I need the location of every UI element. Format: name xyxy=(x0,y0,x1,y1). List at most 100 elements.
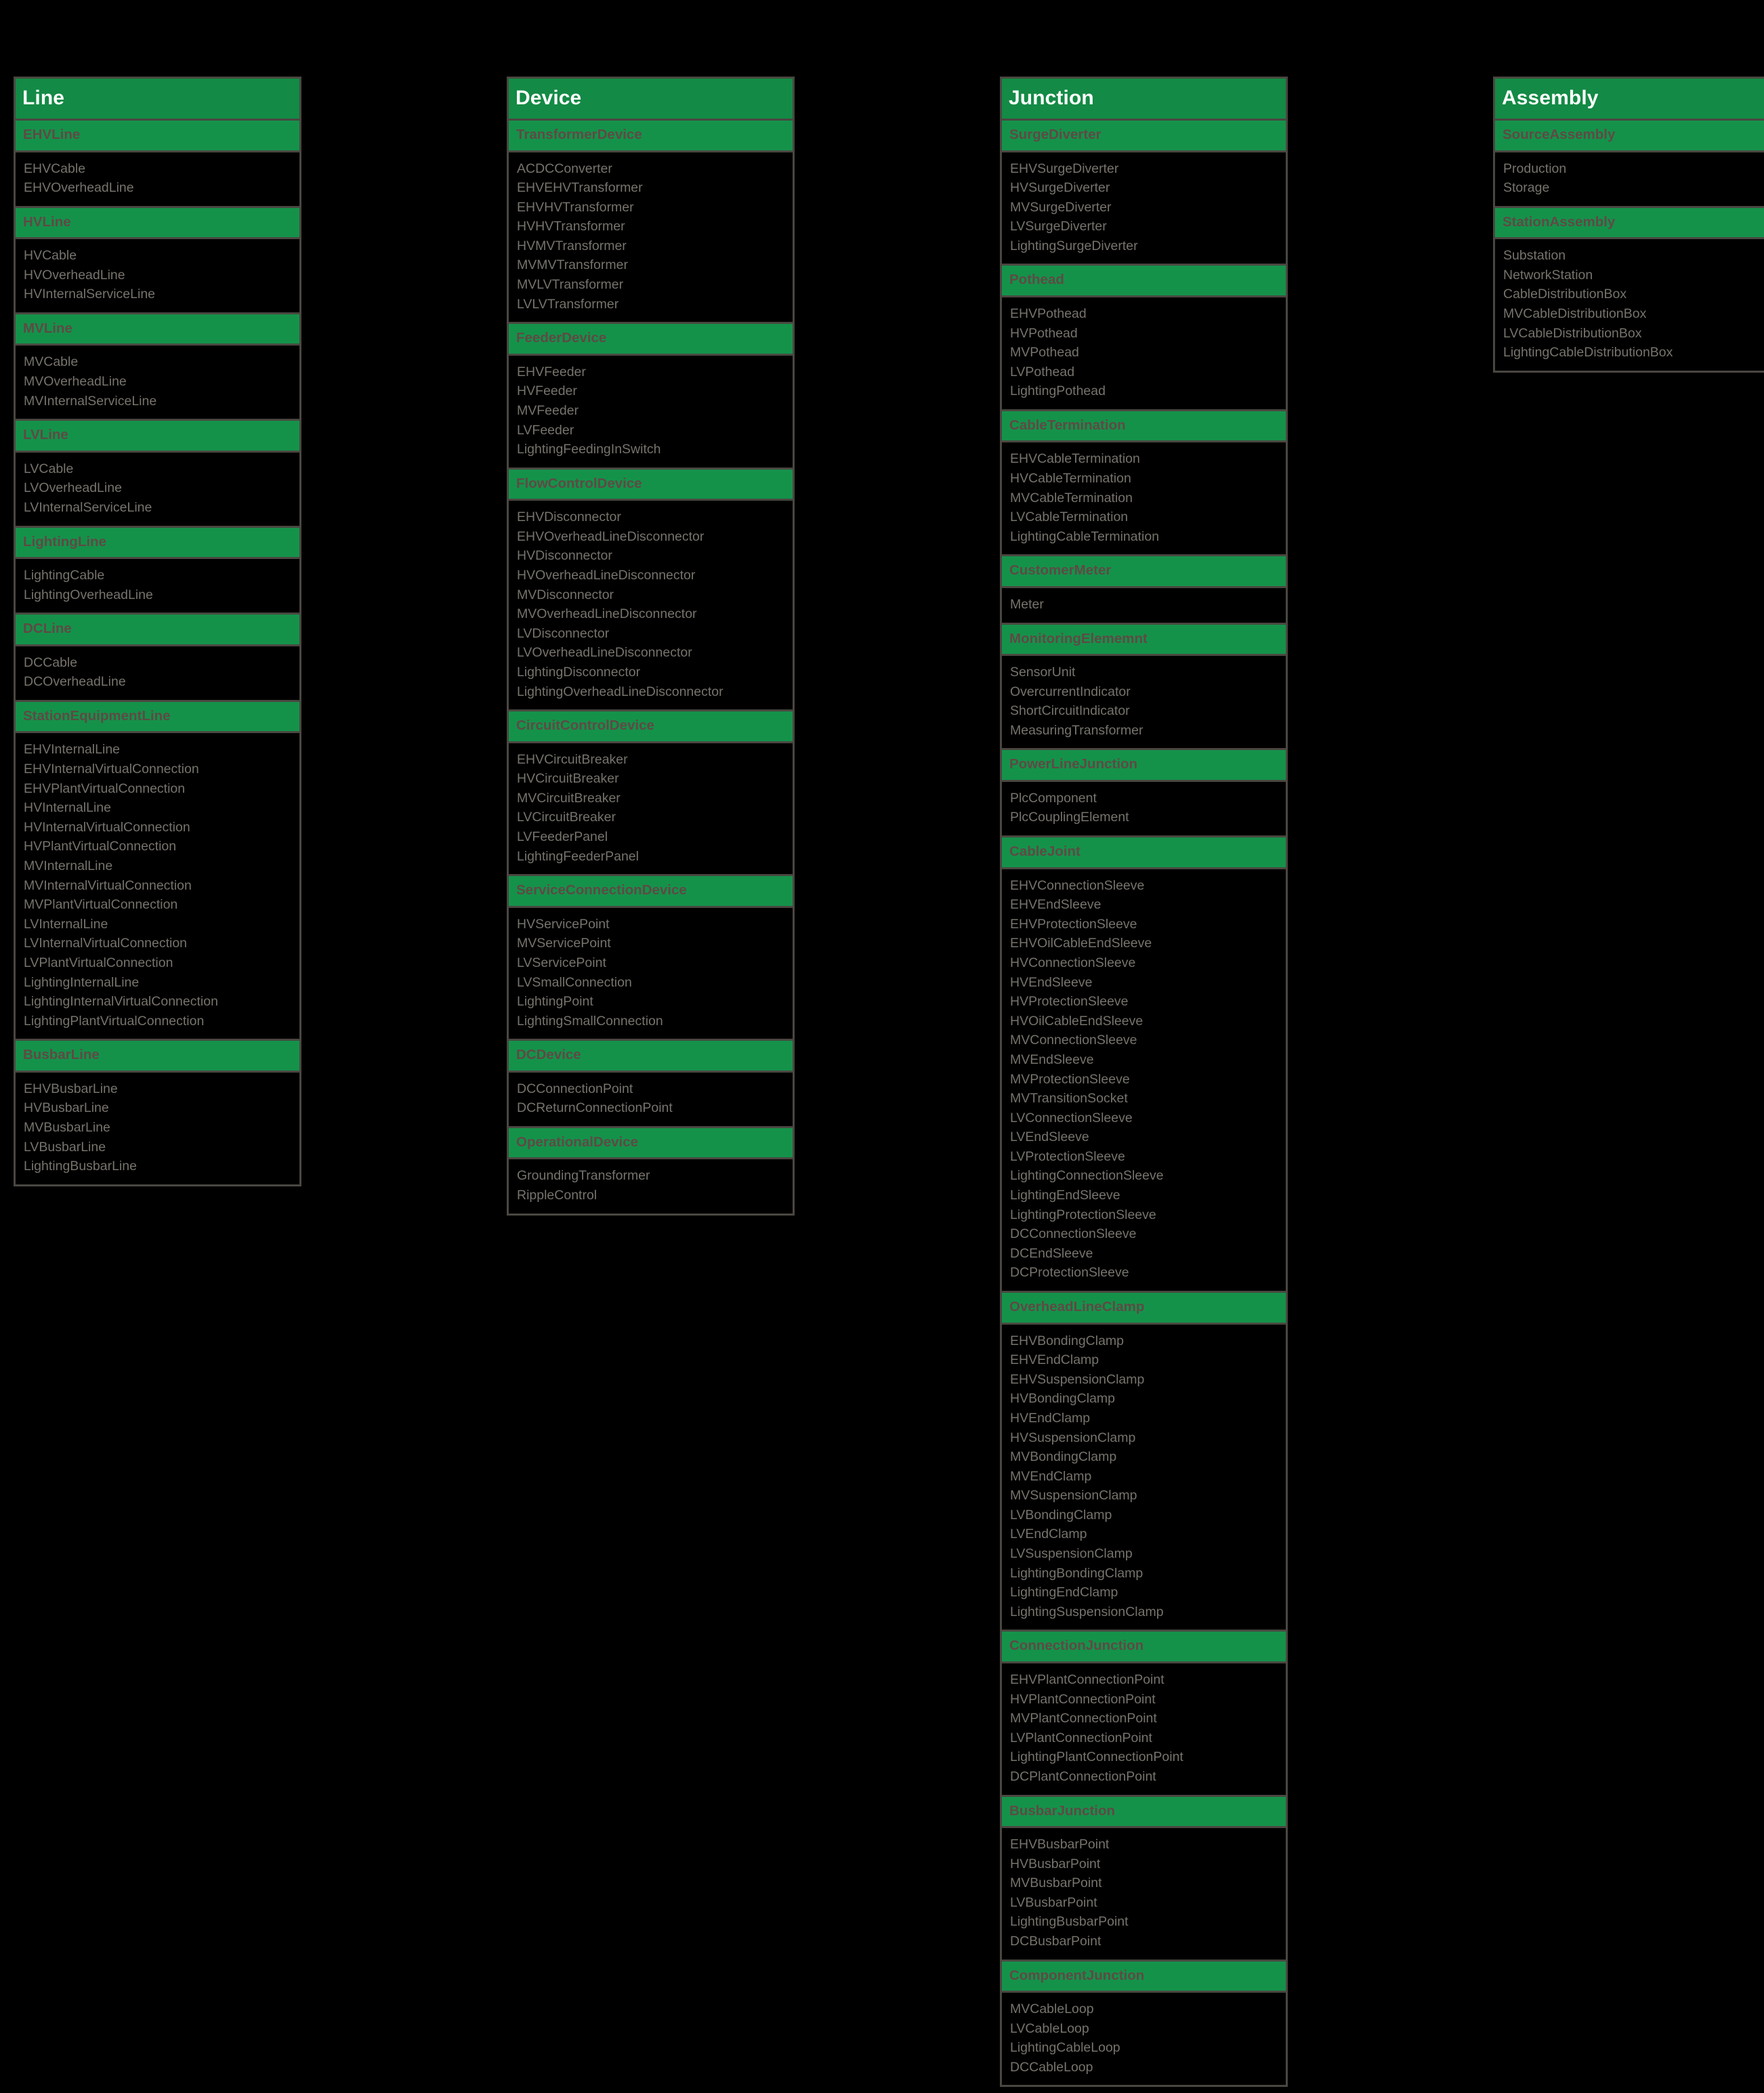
list-item[interactable]: MVInternalVirtualConnection xyxy=(24,876,293,896)
list-item[interactable]: DCReturnConnectionPoint xyxy=(517,1098,786,1118)
list-item[interactable]: HVOverheadLine xyxy=(24,266,293,285)
list-item[interactable]: LVBondingClamp xyxy=(1010,1506,1279,1525)
list-item[interactable]: HVOilCableEndSleeve xyxy=(1010,1012,1279,1031)
group-header[interactable]: SurgeDiverter xyxy=(1002,121,1286,152)
group-header[interactable]: OperationalDevice xyxy=(509,1127,793,1160)
list-item[interactable]: LVLVTransformer xyxy=(517,295,786,314)
list-item[interactable]: LVSmallConnection xyxy=(517,973,786,993)
list-item[interactable]: LightingCable xyxy=(24,566,293,585)
group-header[interactable]: OverheadLineClamp xyxy=(1002,1293,1286,1325)
list-item[interactable]: Production xyxy=(1503,159,1764,179)
list-item[interactable]: LVOverheadLine xyxy=(24,478,293,498)
list-item[interactable]: EHVOverheadLineDisconnector xyxy=(517,527,786,547)
group-header[interactable]: CircuitControlDevice xyxy=(509,711,793,743)
list-item[interactable]: MVOverheadLineDisconnector xyxy=(517,604,786,624)
list-item[interactable]: LightingPlantConnectionPoint xyxy=(1010,1747,1279,1767)
list-item[interactable]: HVConnectionSleeve xyxy=(1010,953,1279,973)
list-item[interactable]: MVBusbarLine xyxy=(24,1118,293,1138)
list-item[interactable]: MVInternalServiceLine xyxy=(24,392,293,411)
list-item[interactable]: LVSuspensionClamp xyxy=(1010,1544,1279,1564)
list-item[interactable]: LVCableDistributionBox xyxy=(1503,324,1764,344)
list-item[interactable]: MVSuspensionClamp xyxy=(1010,1486,1279,1506)
list-item[interactable]: HVSurgeDiverter xyxy=(1010,178,1279,198)
list-item[interactable]: EHVPlantConnectionPoint xyxy=(1010,1670,1279,1690)
list-item[interactable]: EHVOilCableEndSleeve xyxy=(1010,934,1279,953)
list-item[interactable]: EHVPothead xyxy=(1010,304,1279,324)
group-header[interactable]: DCLine xyxy=(16,615,299,646)
list-item[interactable]: LightingEndSleeve xyxy=(1010,1186,1279,1205)
list-item[interactable]: DCOverheadLine xyxy=(24,672,293,692)
group-header[interactable]: MVLine xyxy=(16,314,299,346)
list-item[interactable]: LVBusbarPoint xyxy=(1010,1893,1279,1913)
list-item[interactable]: HVSuspensionClamp xyxy=(1010,1428,1279,1448)
list-item[interactable]: EHVBondingClamp xyxy=(1010,1331,1279,1351)
list-item[interactable]: LightingPothead xyxy=(1010,381,1279,401)
group-header[interactable]: EHVLine xyxy=(16,121,299,152)
list-item[interactable]: LVPothead xyxy=(1010,362,1279,382)
group-header[interactable]: LVLine xyxy=(16,421,299,453)
list-item[interactable]: LightingCableDistributionBox xyxy=(1503,343,1764,362)
group-header[interactable]: FlowControlDevice xyxy=(509,469,793,501)
list-item[interactable]: LightingSuspensionClamp xyxy=(1010,1602,1279,1622)
list-item[interactable]: EHVEndSleeve xyxy=(1010,895,1279,915)
list-item[interactable]: LightingFeedingInSwitch xyxy=(517,440,786,459)
group-header[interactable]: CableJoint xyxy=(1002,837,1286,869)
list-item[interactable]: MVInternalLine xyxy=(24,856,293,876)
list-item[interactable]: LVCableTermination xyxy=(1010,507,1279,527)
list-item[interactable]: LVProtectionSleeve xyxy=(1010,1147,1279,1167)
list-item[interactable]: EHVBusbarLine xyxy=(24,1079,293,1099)
list-item[interactable]: MVMVTransformer xyxy=(517,255,786,275)
list-item[interactable]: MVBusbarPoint xyxy=(1010,1873,1279,1893)
list-item[interactable]: MVBondingClamp xyxy=(1010,1447,1279,1467)
list-item[interactable]: HVMVTransformer xyxy=(517,236,786,256)
list-item[interactable]: DCProtectionSleeve xyxy=(1010,1263,1279,1283)
list-item[interactable]: HVEndClamp xyxy=(1010,1409,1279,1428)
list-item[interactable]: LightingConnectionSleeve xyxy=(1010,1166,1279,1186)
list-item[interactable]: EHVFeeder xyxy=(517,362,786,382)
list-item[interactable]: LVBusbarLine xyxy=(24,1138,293,1157)
list-item[interactable]: HVHVTransformer xyxy=(517,217,786,236)
list-item[interactable]: ShortCircuitIndicator xyxy=(1010,701,1279,721)
group-header[interactable]: DCDevice xyxy=(509,1041,793,1073)
list-item[interactable]: LVPlantVirtualConnection xyxy=(24,953,293,973)
list-item[interactable]: Meter xyxy=(1010,595,1279,615)
list-item[interactable]: EHVHVTransformer xyxy=(517,198,786,217)
list-item[interactable]: DCCable xyxy=(24,653,293,673)
list-item[interactable]: DCConnectionSleeve xyxy=(1010,1224,1279,1244)
group-header[interactable]: SourceAssembly xyxy=(1495,121,1764,152)
list-item[interactable]: Substation xyxy=(1503,246,1764,266)
group-header[interactable]: HVLine xyxy=(16,207,299,240)
list-item[interactable]: MVConnectionSleeve xyxy=(1010,1031,1279,1050)
group-header[interactable]: StationAssembly xyxy=(1495,207,1764,240)
list-item[interactable]: EHVCircuitBreaker xyxy=(517,750,786,770)
list-item[interactable]: HVOverheadLineDisconnector xyxy=(517,566,786,585)
list-item[interactable]: HVBusbarPoint xyxy=(1010,1854,1279,1874)
list-item[interactable]: LVSurgeDiverter xyxy=(1010,217,1279,236)
group-header[interactable]: Pothead xyxy=(1002,266,1286,297)
list-item[interactable]: MVTransitionSocket xyxy=(1010,1089,1279,1108)
list-item[interactable]: HVBusbarLine xyxy=(24,1098,293,1118)
list-item[interactable]: ACDCConverter xyxy=(517,159,786,179)
list-item[interactable]: LVFeeder xyxy=(517,421,786,440)
list-item[interactable]: EHVSurgeDiverter xyxy=(1010,159,1279,179)
group-header[interactable]: ConnectionJunction xyxy=(1002,1632,1286,1663)
group-header[interactable]: LightingLine xyxy=(16,527,299,560)
list-item[interactable]: DCPlantConnectionPoint xyxy=(1010,1767,1279,1787)
list-item[interactable]: LightingProtectionSleeve xyxy=(1010,1205,1279,1225)
list-item[interactable]: HVCable xyxy=(24,246,293,266)
list-item[interactable]: LVConnectionSleeve xyxy=(1010,1108,1279,1128)
list-item[interactable]: HVPlantVirtualConnection xyxy=(24,837,293,856)
list-item[interactable]: MVSurgeDiverter xyxy=(1010,198,1279,217)
list-item[interactable]: NetworkStation xyxy=(1503,266,1764,285)
list-item[interactable]: HVDisconnector xyxy=(517,546,786,566)
list-item[interactable]: HVCircuitBreaker xyxy=(517,769,786,789)
group-header[interactable]: StationEquipmentLine xyxy=(16,701,299,734)
list-item[interactable]: MeasuringTransformer xyxy=(1010,721,1279,741)
list-item[interactable]: EHVSuspensionClamp xyxy=(1010,1370,1279,1390)
list-item[interactable]: MVProtectionSleeve xyxy=(1010,1070,1279,1090)
list-item[interactable]: HVCableTermination xyxy=(1010,469,1279,489)
list-item[interactable]: DCCableLoop xyxy=(1010,2058,1279,2077)
list-item[interactable]: RippleControl xyxy=(517,1186,786,1205)
list-item[interactable]: DCEndSleeve xyxy=(1010,1244,1279,1264)
list-item[interactable]: LightingDisconnector xyxy=(517,663,786,682)
